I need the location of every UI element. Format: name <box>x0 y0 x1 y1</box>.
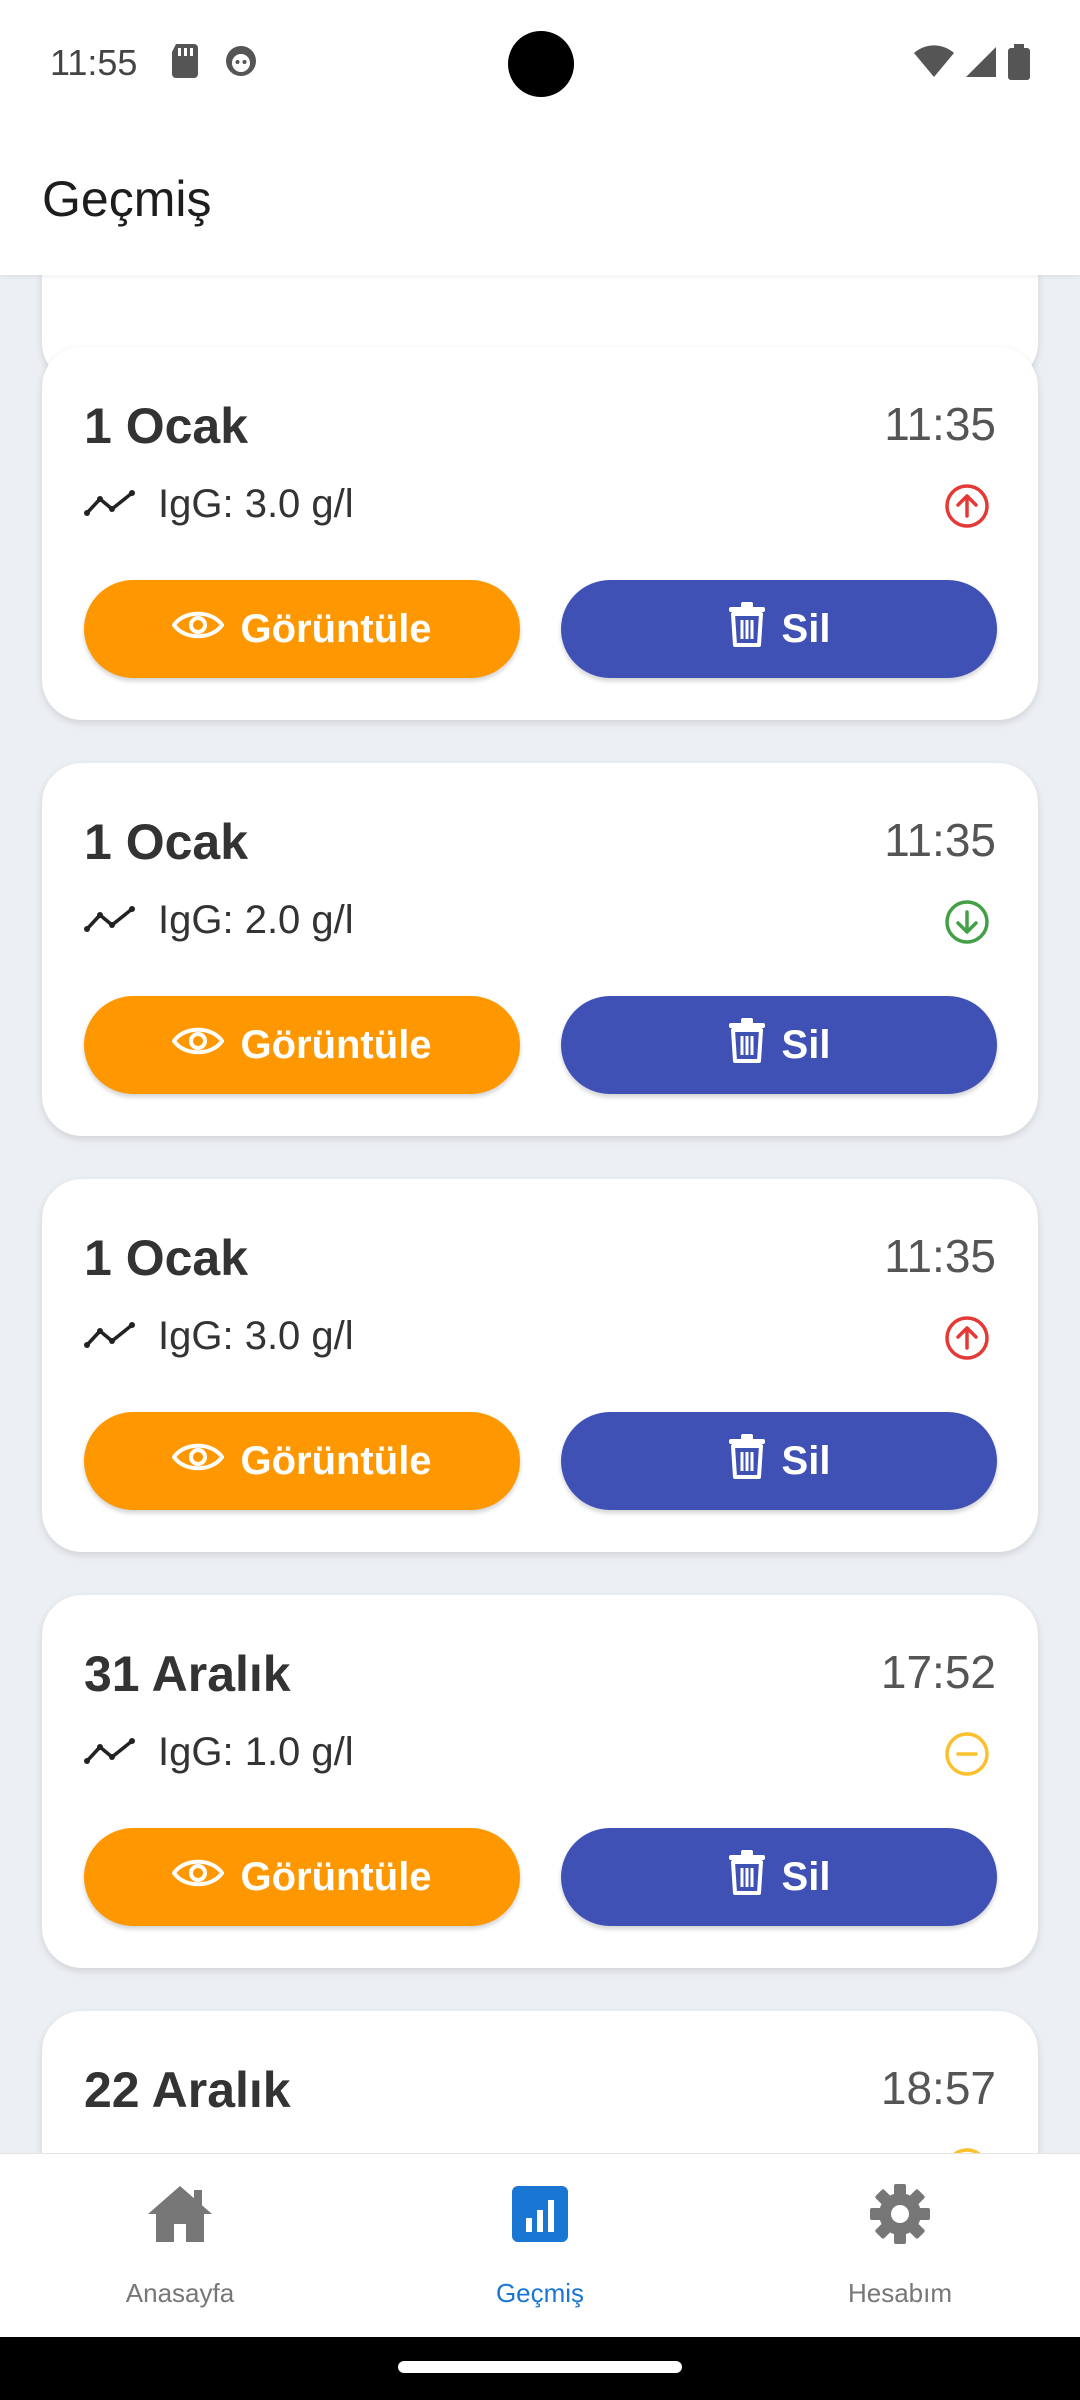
view-button[interactable]: Görüntüle <box>84 580 520 678</box>
view-button-label: Görüntüle <box>240 1854 432 1899</box>
trash-icon <box>728 1017 766 1073</box>
history-card: 1 Ocak 11:35 IgG: 2.0 g/l Görüntüle Sil <box>42 763 1038 1136</box>
card-igg-value: IgG: 3.0 g/l <box>158 1314 354 1358</box>
card-time: 11:35 <box>884 1230 996 1282</box>
chart-icon <box>506 2180 574 2248</box>
card-igg-value: IgG: 3.0 g/l <box>158 482 354 526</box>
delete-button[interactable]: Sil <box>561 1412 997 1510</box>
home-gesture-handle[interactable] <box>398 2361 682 2373</box>
card-time: 18:57 <box>880 2062 996 2114</box>
delete-button[interactable]: Sil <box>561 1828 997 1926</box>
eye-icon <box>172 1439 225 1484</box>
delete-button-label: Sil <box>781 1022 831 1067</box>
delete-button-label: Sil <box>781 1438 831 1483</box>
battery-icon <box>1008 44 1030 85</box>
card-igg-value: IgG: 2.0 g/l <box>158 898 354 942</box>
notification-icon <box>224 44 258 83</box>
nav-item-account[interactable]: Hesabım <box>720 2154 1080 2338</box>
history-card: 1 Ocak 11:35 IgG: 3.0 g/l Görüntüle Sil <box>42 347 1038 720</box>
status-neutral-icon <box>944 1731 990 1777</box>
card-date: 1 Ocak <box>84 1230 249 1286</box>
view-button-label: Görüntüle <box>240 1438 432 1483</box>
status-up-icon <box>944 483 990 529</box>
gear-icon <box>866 2180 934 2248</box>
card-date: 22 Aralık <box>84 2062 291 2118</box>
view-button-label: Görüntüle <box>240 1022 432 1067</box>
card-date: 1 Ocak <box>84 814 249 870</box>
trend-line-icon <box>84 905 136 940</box>
trash-icon <box>728 1849 766 1905</box>
view-button[interactable]: Görüntüle <box>84 1828 520 1926</box>
nav-label-home: Anasayfa <box>125 2278 235 2308</box>
view-button[interactable]: Görüntüle <box>84 996 520 1094</box>
history-card: 31 Aralık 17:52 IgG: 1.0 g/l Görüntüle S… <box>42 1595 1038 1968</box>
eye-icon <box>172 607 225 652</box>
history-list[interactable]: 1 Ocak 11:35 IgG: 3.0 g/l Görüntüle Sil … <box>0 275 1080 2153</box>
page-title: Geçmiş <box>42 171 212 227</box>
status-bar: 11:55 <box>0 0 1080 130</box>
trash-icon <box>728 601 766 657</box>
card-date: 31 Aralık <box>84 1646 291 1702</box>
card-igg-value: IgG: 1.0 g/l <box>158 1730 354 1774</box>
nav-item-home[interactable]: Anasayfa <box>0 2154 360 2338</box>
sd-card-icon <box>170 44 200 83</box>
gesture-bar <box>0 2337 1080 2400</box>
nav-label-history: Geçmiş <box>495 2278 585 2308</box>
card-date: 1 Ocak <box>84 398 249 454</box>
trend-line-icon <box>84 1737 136 1772</box>
delete-button-label: Sil <box>781 1854 831 1899</box>
nav-item-history[interactable]: Geçmiş <box>360 2154 720 2338</box>
trash-icon <box>728 1433 766 1489</box>
view-button[interactable]: Görüntüle <box>84 1412 520 1510</box>
delete-button[interactable]: Sil <box>561 996 997 1094</box>
history-card: 1 Ocak 11:35 IgG: 3.0 g/l Görüntüle Sil <box>42 1179 1038 1552</box>
card-time: 11:35 <box>884 398 996 450</box>
history-card: 22 Aralık 18:57 Görüntüle Sil <box>42 2011 1038 2153</box>
trend-line-icon <box>84 489 136 524</box>
signal-icon <box>964 45 998 84</box>
eye-icon <box>172 1855 225 1900</box>
status-up-icon <box>944 1315 990 1361</box>
eye-icon <box>172 1023 225 1068</box>
status-down-icon <box>944 899 990 945</box>
bottom-navigation: Anasayfa Geçmiş Hesabım <box>0 2153 1080 2337</box>
trend-line-icon <box>84 1321 136 1356</box>
camera-cutout <box>508 31 574 97</box>
card-time: 17:52 <box>880 1646 996 1698</box>
delete-button-label: Sil <box>781 606 831 651</box>
home-icon <box>146 2180 214 2248</box>
delete-button[interactable]: Sil <box>561 580 997 678</box>
app-bar: Geçmiş <box>0 130 1080 275</box>
view-button-label: Görüntüle <box>240 606 432 651</box>
wifi-icon <box>914 45 954 84</box>
card-time: 11:35 <box>884 814 996 866</box>
nav-label-account: Hesabım <box>847 2278 953 2308</box>
status-time: 11:55 <box>50 42 138 83</box>
